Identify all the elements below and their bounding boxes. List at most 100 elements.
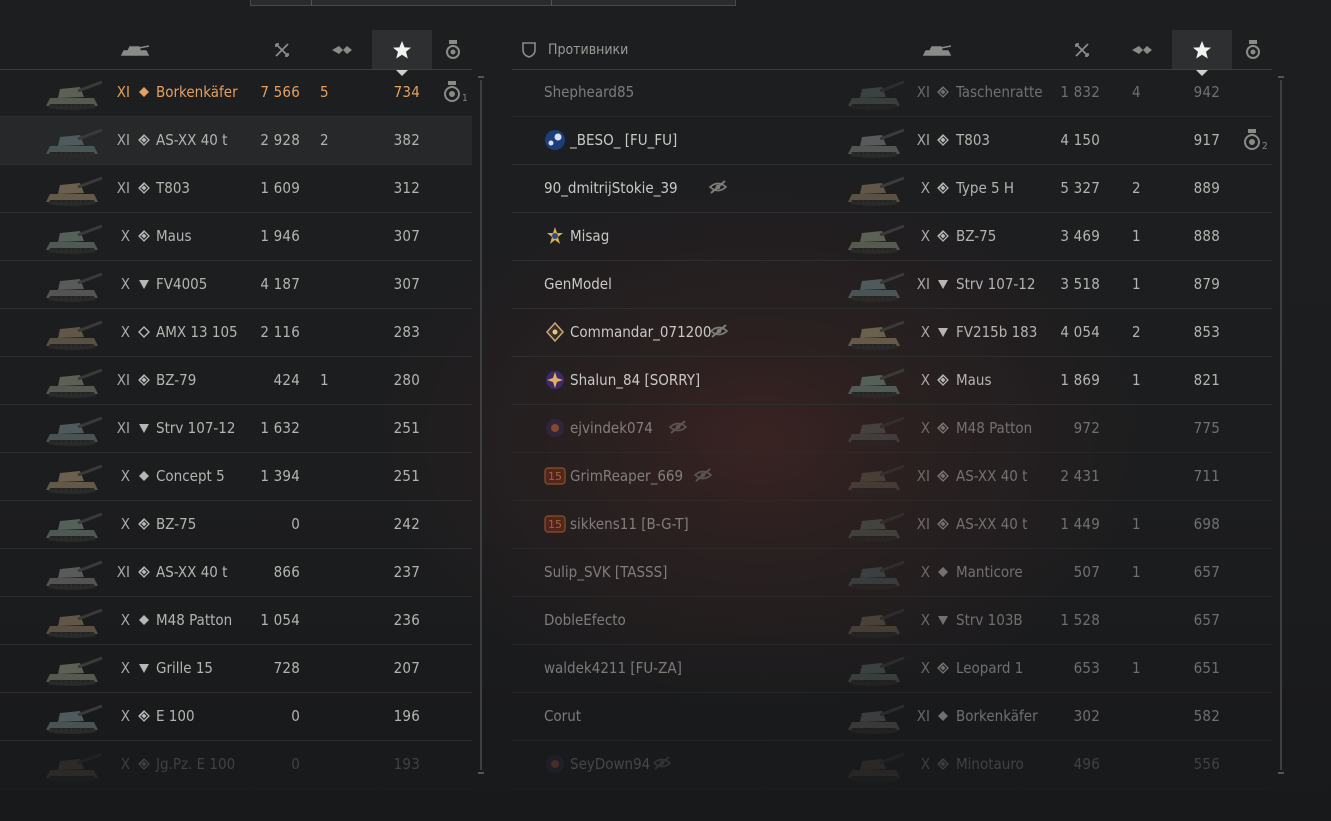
xp-value: 307	[393, 227, 420, 245]
allies-table: XI Borkenkäfer 7 566 5 734 1 XI AS-XX 40 t2 928…	[0, 69, 472, 789]
enemy-player-row[interactable]: ejvindek074 X M48 Patton 972 775	[512, 405, 1272, 453]
damage-value: 0	[291, 755, 300, 773]
frags-column-header[interactable]	[1062, 30, 1102, 69]
ally-player-row[interactable]: X FV4005 4 187 307	[0, 261, 472, 309]
tank-image	[46, 512, 103, 542]
ally-player-row[interactable]: XI T803 1 609 312	[0, 165, 472, 213]
damage-column-header[interactable]	[322, 30, 362, 69]
enemy-player-row[interactable]: Shepheard85 XI Taschenratte 1 832 4 942	[512, 69, 1272, 117]
heavy-tank-class-icon	[138, 566, 150, 578]
vehicle-tier: XI	[916, 515, 930, 533]
vehicle-tier: XI	[916, 83, 930, 101]
enemy-player-row[interactable]: waldek4211 [FU-ZA] X Leopard 1 653 1 651	[512, 645, 1272, 693]
damage-value: 424	[273, 371, 300, 389]
medal-column-header[interactable]	[440, 30, 466, 69]
frags-column-header[interactable]	[262, 30, 302, 69]
frags-value	[1132, 405, 1162, 452]
player-name: Corut	[544, 707, 582, 725]
damage-column-header[interactable]	[1122, 30, 1162, 69]
xp-star-icon	[393, 40, 411, 58]
enemies-scrollbar[interactable]	[1278, 76, 1284, 774]
vehicle-tier: X	[920, 611, 930, 629]
heavy-tank-class-icon	[937, 518, 949, 530]
damage-value: 2 431	[1060, 467, 1100, 485]
allies-scrollbar[interactable]	[478, 76, 484, 774]
xp-column-header[interactable]	[1172, 30, 1232, 76]
hidden-player-icon	[708, 180, 728, 194]
heavy-tank-class-icon	[937, 86, 949, 98]
tank-image	[848, 80, 905, 110]
frags-value	[320, 453, 350, 500]
xp-column-header[interactable]	[372, 30, 432, 76]
vehicle-tier: XI	[116, 419, 130, 437]
medal-badge[interactable]: 2	[1244, 129, 1268, 155]
damage-value: 1 632	[260, 419, 300, 437]
frags-value: 5	[320, 83, 329, 101]
ally-player-row[interactable]: XI Strv 107-12 1 632 251	[0, 405, 472, 453]
player-badge-icon	[545, 130, 565, 150]
xp-value: 283	[393, 323, 420, 341]
tank-image	[848, 608, 905, 638]
ally-player-row[interactable]: X Jg.Pz. E 100 0 193	[0, 741, 472, 789]
tank-icon	[120, 44, 150, 56]
medium-tank-class-icon	[139, 87, 149, 97]
xp-value: 582	[1193, 707, 1220, 725]
player-badge-icon	[546, 419, 564, 437]
enemy-player-row[interactable]: 15 sikkens11 [B-G-T] XI AS-XX 40 t1 449 1 698	[512, 501, 1272, 549]
top-tab-bar	[250, 0, 736, 6]
ally-player-row[interactable]: XI AS-XX 40 t2 928 2 382	[0, 117, 472, 165]
ally-player-row[interactable]: X M48 Patton 1 054 236	[0, 597, 472, 645]
ally-player-row[interactable]: X AMX 13 105 2 116 283	[0, 309, 472, 357]
damage-value: 1 832	[1060, 83, 1100, 101]
damage-icon	[332, 45, 352, 54]
enemy-player-row[interactable]: 90_dmitrijStokie_39 X Type 5 H5 327 2 889	[512, 165, 1272, 213]
my-player-row[interactable]: XI Borkenkäfer 7 566 5 734 1	[0, 69, 472, 117]
tank-column-header[interactable]	[100, 30, 170, 69]
frags-value: 1	[1132, 659, 1141, 677]
ally-player-row[interactable]: XI AS-XX 40 t 866 237	[0, 549, 472, 597]
damage-value: 1 528	[1060, 611, 1100, 629]
enemy-player-row[interactable]: Commandar_071200 X FV215b 183 4 054 2 853	[512, 309, 1272, 357]
xp-value: 280	[393, 371, 420, 389]
tank-image	[46, 176, 103, 206]
vehicle-tier: XI	[916, 275, 930, 293]
enemy-player-row[interactable]: 15 GrimReaper_669 XI AS-XX 40 t2 431 711	[512, 453, 1272, 501]
enemy-player-row[interactable]: Sulip_SVK [TASSS] X Manticore 507 1 657	[512, 549, 1272, 597]
enemy-player-row[interactable]: Shalun_84 [SORRY] X Maus 1 869 1 821	[512, 357, 1272, 405]
xp-value: 698	[1193, 515, 1220, 533]
ally-player-row[interactable]: X Maus 1 946 307	[0, 213, 472, 261]
medal-badge[interactable]: 1	[444, 81, 468, 107]
tank-image	[848, 320, 905, 350]
td-class-icon	[139, 664, 149, 673]
xp-value: 312	[393, 179, 420, 197]
xp-value: 734	[393, 83, 420, 101]
player-badge-icon: 15	[544, 467, 566, 485]
xp-value: 196	[393, 707, 420, 725]
enemy-player-row[interactable]: _BESO_ [FU_FU] XI T803 4 150 917 2	[512, 117, 1272, 165]
player-name: sikkens11 [B-G-T]	[570, 515, 689, 533]
heavy-tank-class-icon	[138, 758, 150, 770]
ally-player-row[interactable]: X Concept 51 394 251	[0, 453, 472, 501]
ally-player-row[interactable]: XI BZ-79 424 1 280	[0, 357, 472, 405]
vehicle-tier: X	[120, 659, 130, 677]
ally-player-row[interactable]: X Grille 15 728 207	[0, 645, 472, 693]
ally-player-row[interactable]: X BZ-75 0 242	[0, 501, 472, 549]
enemy-player-row[interactable]: DobleEfecto X Strv 103B 1 528 657	[512, 597, 1272, 645]
tank-icon	[922, 44, 952, 56]
enemy-player-row[interactable]: Corut XI Borkenkäfer 302 582	[512, 693, 1272, 741]
frags-value	[1132, 597, 1162, 644]
td-class-icon	[938, 280, 948, 289]
enemy-player-row[interactable]: Misag X BZ-75 3 469 1 888	[512, 213, 1272, 261]
heavy-tank-class-icon	[138, 134, 150, 146]
tank-column-header[interactable]	[902, 30, 972, 69]
player-name: SeyDown94	[570, 755, 651, 773]
enemy-player-row[interactable]: SeyDown94 X Minotauro 496 556	[512, 741, 1272, 789]
light-tank-class-icon	[138, 326, 150, 338]
enemy-player-row[interactable]: GenModel XI Strv 107-12 3 518 1 879	[512, 261, 1272, 309]
xp-value: 382	[393, 131, 420, 149]
vehicle-tier: X	[120, 275, 130, 293]
player-name: _BESO_ [FU_FU]	[570, 131, 678, 149]
medal-column-header[interactable]	[1240, 30, 1266, 69]
damage-value: 1 449	[1060, 515, 1100, 533]
ally-player-row[interactable]: XE 100 0 196	[0, 693, 472, 741]
